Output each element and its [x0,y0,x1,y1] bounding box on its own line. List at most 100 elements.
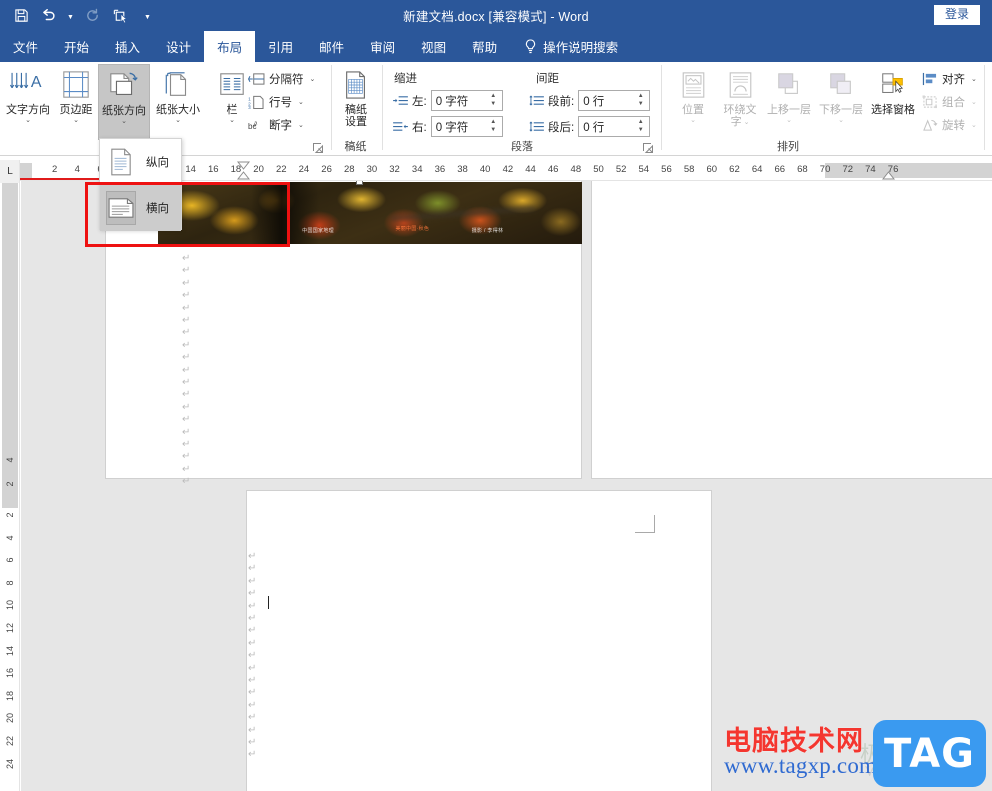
indent-left-input[interactable] [431,92,486,109]
align-button[interactable]: 对齐 ⌄ [921,68,977,90]
hruler-tick-34: 34 [411,164,423,175]
ribbon-tab-1[interactable]: 开始 [51,31,102,62]
paragraph-mark: ↵ [182,302,191,314]
sign-in-button[interactable]: 登录 [933,5,980,25]
ribbon-tab-3[interactable]: 设计 [153,31,204,62]
spacing-before-input[interactable] [579,92,634,109]
paper-size-label: 纸张大小 [156,104,200,116]
svg-text:3: 3 [248,105,251,109]
indent-left-field[interactable]: ▲▼ [430,90,503,111]
spacing-before-row: 段前: ▲▼ [528,90,651,111]
rotate-button[interactable]: 旋转 ⌄ [921,114,977,136]
document-canvas[interactable]: 中国国家地理 美丽中国·秋色 摄影 / 李得林 ↵ ↵ ↵ ↵ ↵ ↵ ↵ ↵ ↵ ↵ ↵ ↵ ↵ ↵ ↵ ↵… [21,181,992,791]
ribbon-tab-0[interactable]: 文件 [0,31,51,62]
spacing-before-field[interactable]: ▲▼ [578,90,651,111]
vruler-tick-18: 18 [5,690,15,701]
group-button[interactable]: 组合 ⌄ [921,91,977,113]
chevron-down-icon[interactable]: ⌄ [298,98,304,106]
ribbon-tab-8[interactable]: 视图 [408,31,459,62]
photo-caption-1: 中国国家地理 [302,227,334,234]
watermark-url: www.tagxp.com [724,753,878,778]
svg-text:A: A [31,74,42,91]
hruler-tick-36: 36 [434,164,446,175]
page-setup-dialog-launcher[interactable] [312,141,324,153]
text-direction-label: 文字方向 [6,104,50,116]
spacing-before-spinner[interactable]: ▲ ▼ [634,92,647,109]
chevron-down-icon[interactable]: ⌄ [25,117,31,125]
chevron-down-icon[interactable]: ⌄ [310,75,316,83]
indent-right-label: 右: [412,121,427,134]
indent-right-input[interactable] [431,118,486,135]
chevron-down-icon[interactable]: ⌄ [175,117,181,125]
vertical-ruler[interactable]: L 4 2 2 4 6 8 10 12 14 16 18 20 22 24 [0,160,20,791]
word-window: ▼ ▼ 新建文档.docx [兼容模式] - Word 登录 文件 开始 插入 设计布… [0,0,992,791]
ribbon-tabs: 文件 开始 插入 设计 布局 引用 邮件 审阅 视图 帮助 操作说明搜索 [0,31,992,62]
ribbon-tab-4[interactable]: 布局 [204,31,256,62]
spacing-after-field[interactable]: ▲▼ [578,116,651,137]
tell-me-search[interactable]: 操作说明搜索 [510,31,628,62]
align-icon [921,71,938,88]
paragraph-mark: ↵ [248,712,257,724]
page2-margin-corner-marker [635,515,655,533]
indent-left-spinner[interactable]: ▲ ▼ [487,92,500,109]
hruler-tick-16: 16 [207,164,219,175]
hruler-tick-20: 20 [253,164,264,175]
paragraph-mark: ↵ [182,315,191,326]
ribbon-tab-9[interactable]: 帮助 [459,31,510,62]
document-page-2[interactable]: ↵ ↵ ↵ ↵ ↵ ↵ ↵ ↵ ↵ ↵ ↵ ↵ ↵ ↵ ↵ ↵ ↵ [246,490,712,791]
right-indent-marker[interactable] [882,171,895,180]
chevron-down-icon[interactable]: ⌄ [971,98,977,106]
hyphenation-label: 断字 [269,120,292,132]
manuscript-settings-button[interactable]: 稿纸 设置 [331,64,381,140]
first-line-indent-marker[interactable] [237,161,250,180]
line-numbers-button[interactable]: 123 行号 ⌄ [248,91,304,113]
ribbon-tab-2[interactable]: 插入 [102,31,153,62]
breaks-button[interactable]: 分隔符 ⌄ [248,68,315,90]
ribbon-tab-5[interactable]: 引用 [255,31,306,62]
hruler-tick-32: 32 [389,164,400,175]
chevron-down-icon[interactable]: ⌄ [690,117,696,125]
indent-right-spinner[interactable]: ▲ ▼ [487,118,500,135]
position-button[interactable]: 位置 ⌄ [667,64,719,140]
orientation-landscape-label: 横向 [146,203,169,215]
image-resize-handle-top[interactable] [356,181,363,185]
chevron-down-icon[interactable]: ⌄ [121,118,127,126]
chevron-down-icon[interactable]: ⌄ [229,117,235,125]
hruler-tick-60: 60 [706,164,718,175]
vruler-tick-top-2: 2 [5,481,15,487]
chevron-down-icon[interactable]: ⌄ [298,121,304,129]
orientation-portrait-item[interactable]: 纵向 [100,139,181,185]
paragraph-mark: ↵ [248,637,257,649]
hyphenation-button[interactable]: bc a 断字 ⌄ [248,114,304,136]
selection-pane-button[interactable]: 选择窗格 [865,64,921,140]
chevron-down-icon[interactable]: ⌄ [744,119,750,127]
position-icon [680,67,707,103]
chevron-down-icon[interactable]: ⌄ [971,75,977,83]
document-page-1-right[interactable] [591,181,992,479]
send-backward-button[interactable]: 下移一层 ⌄ [813,64,869,140]
autumn-forest-photo[interactable]: 中国国家地理 美丽中国·秋色 摄影 / 李得林 [158,182,582,244]
paper-size-button[interactable]: 纸张大小 ⌄ [152,64,204,140]
spacing-after-spinner[interactable]: ▲ ▼ [634,118,647,135]
tab-selector-button[interactable]: L [0,160,19,183]
paper-orientation-menu[interactable]: 纵向 横向 [99,138,182,231]
indent-right-field[interactable]: ▲▼ [430,116,503,137]
ribbon-tab-6[interactable]: 邮件 [306,31,357,62]
paragraph-mark: ↵ [182,277,191,289]
paper-orientation-button[interactable]: 纸张方向 ⌄ [98,64,150,140]
ribbon-tab-7[interactable]: 审阅 [357,31,408,62]
wrap-text-button[interactable]: 环绕文 字 ⌄ [714,64,766,140]
chevron-down-icon[interactable]: ⌄ [786,117,792,125]
orientation-landscape-item[interactable]: 横向 [100,185,181,231]
bring-forward-button[interactable]: 上移一层 ⌄ [761,64,817,140]
chevron-down-icon[interactable]: ⌄ [971,121,977,129]
text-direction-button[interactable]: A 文字方向 ⌄ [2,64,54,140]
spacing-after-input[interactable] [579,118,634,135]
margins-button[interactable]: 页边距 ⌄ [50,64,102,140]
paragraph-mark: ↵ [182,389,191,401]
hruler-tick-46: 46 [547,164,559,175]
chevron-down-icon[interactable]: ⌄ [838,117,844,125]
chevron-down-icon[interactable]: ⌄ [73,117,79,125]
vruler-tick-20: 20 [5,713,15,724]
vruler-tick-12: 12 [5,622,15,634]
